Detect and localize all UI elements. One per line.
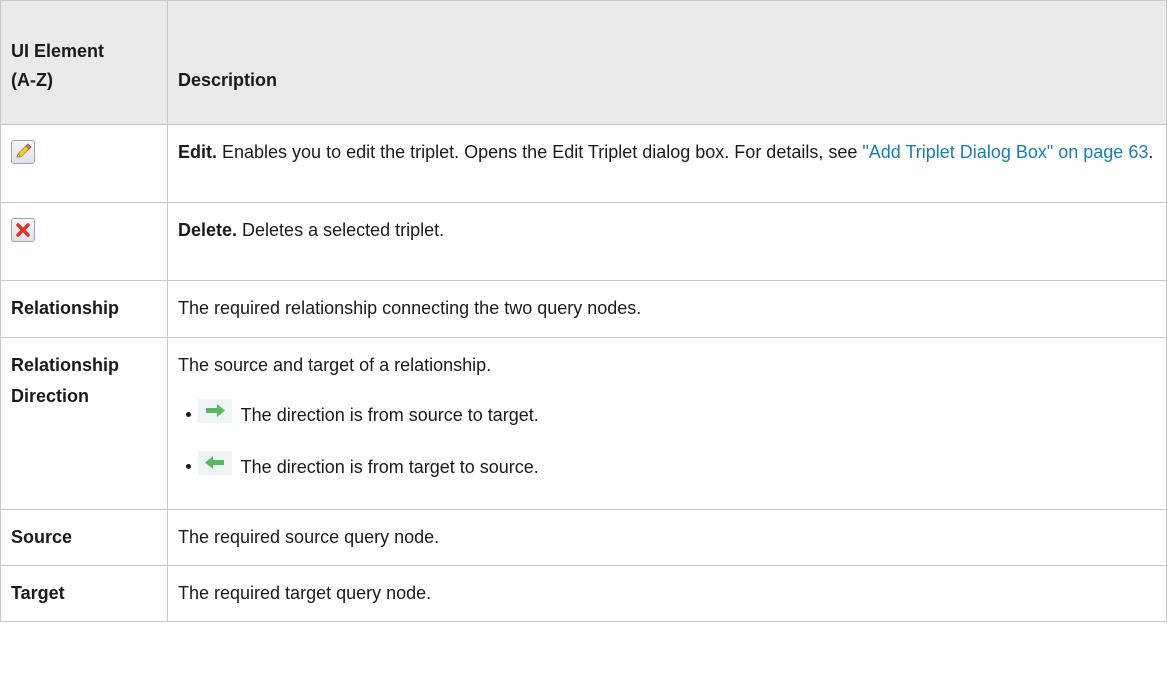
header-description: Description: [167, 0, 1167, 125]
relationship-direction-name-line1: Relationship: [11, 355, 120, 375]
direction-text: The source and target of a relationship.: [178, 355, 492, 375]
description-cell: The required relationship connecting the…: [167, 280, 1167, 338]
header-ui-element-line1: UI Element: [11, 41, 105, 61]
ui-element-cell: Relationship: [0, 280, 168, 338]
header-description-label: Description: [178, 70, 278, 90]
description-cell: The required target query node.: [167, 565, 1167, 622]
delete-text: Deletes a selected triplet.: [237, 220, 445, 240]
delete-x-icon: [11, 218, 35, 242]
bullet-dot: [186, 464, 191, 469]
ui-element-cell: [0, 202, 168, 281]
table-row: Relationship The required relationship c…: [0, 280, 1167, 338]
bullet-dot: [186, 412, 191, 417]
table-row: Delete. Deletes a selected triplet.: [0, 202, 1167, 281]
table-row: Source The required source query node.: [0, 509, 1167, 566]
edit-text: Enables you to edit the triplet. Opens t…: [217, 142, 863, 162]
target-name: Target: [11, 583, 65, 603]
direction-reverse-text: The direction is from target to source.: [236, 457, 539, 477]
ui-element-table: UI Element (A-Z) Description Edit. Enabl…: [0, 0, 1167, 622]
pencil-icon: [11, 140, 35, 164]
relationship-text: The required relationship connecting the…: [178, 298, 642, 318]
table-row: Relationship Direction The source and ta…: [0, 337, 1167, 510]
relationship-direction-name-line2: Direction: [11, 386, 90, 406]
ui-element-cell: Relationship Direction: [0, 337, 168, 510]
ui-element-cell: Target: [0, 565, 168, 622]
relationship-name: Relationship: [11, 298, 120, 318]
table-row: Target The required target query node.: [0, 565, 1167, 622]
header-ui-element-line2: (A-Z): [11, 70, 53, 90]
ui-element-cell: [0, 124, 168, 203]
arrow-right-icon: [198, 399, 232, 423]
table-row: Edit. Enables you to edit the triplet. O…: [0, 124, 1167, 203]
header-ui-element: UI Element (A-Z): [0, 0, 168, 125]
direction-bullet-list: The direction is from source to target. …: [178, 395, 1156, 499]
edit-tail: .: [1148, 142, 1154, 162]
delete-lead: Delete.: [178, 220, 238, 240]
ui-element-cell: Source: [0, 509, 168, 566]
description-cell: The required source query node.: [167, 509, 1167, 566]
target-text: The required target query node.: [178, 583, 432, 603]
table-header-row: UI Element (A-Z) Description: [0, 0, 1167, 125]
arrow-left-icon: [198, 451, 232, 475]
description-cell: Delete. Deletes a selected triplet.: [167, 202, 1167, 281]
list-item: The direction is from target to source.: [186, 447, 1156, 499]
source-text: The required source query node.: [178, 527, 440, 547]
direction-forward-text: The direction is from source to target.: [236, 405, 539, 425]
description-cell: The source and target of a relationship.…: [167, 337, 1167, 510]
description-cell: Edit. Enables you to edit the triplet. O…: [167, 124, 1167, 203]
source-name: Source: [11, 527, 73, 547]
add-triplet-dialog-link[interactable]: "Add Triplet Dialog Box" on page 63: [862, 142, 1148, 162]
edit-lead: Edit.: [178, 142, 217, 162]
list-item: The direction is from source to target.: [186, 395, 1156, 447]
